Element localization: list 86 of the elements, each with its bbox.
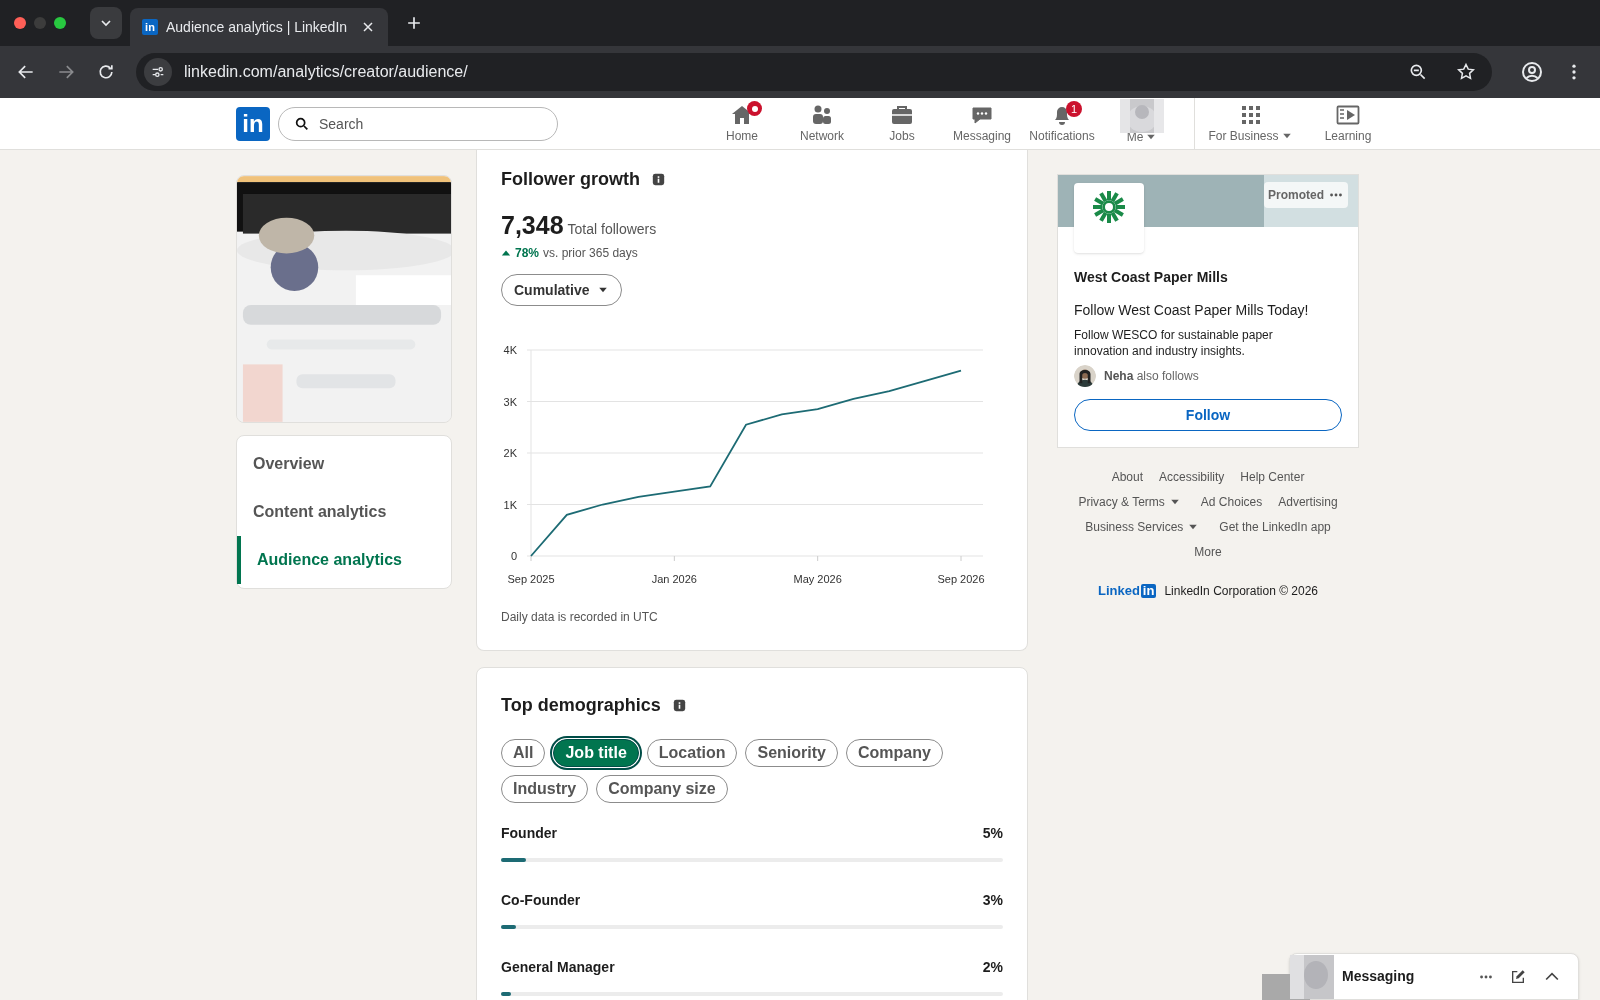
axis-label: May 2026 xyxy=(793,573,842,585)
linkedin-favicon: in xyxy=(142,19,158,35)
row-label: Co-Founder xyxy=(501,891,581,910)
info-icon[interactable] xyxy=(672,699,686,712)
window-control[interactable] xyxy=(14,17,26,29)
footer-link[interactable]: Help Center xyxy=(1240,468,1305,486)
footer-link[interactable]: Privacy & Terms xyxy=(1078,493,1181,511)
filter-pill[interactable]: Location xyxy=(646,739,738,767)
change-label: vs. prior 365 days xyxy=(543,245,638,262)
copyright-text: LinkedIn Corporation © 2026 xyxy=(1164,582,1319,600)
star-icon[interactable] xyxy=(1456,62,1476,82)
nav-label: Learning xyxy=(1324,127,1372,145)
footer-link[interactable]: About xyxy=(1111,468,1143,486)
axis-label: Jan 2026 xyxy=(651,573,697,585)
address-bar[interactable]: linkedin.com/analytics/creator/audience/ xyxy=(136,53,1492,91)
row-value: 5% xyxy=(982,824,1003,843)
profile-icon[interactable] xyxy=(1520,60,1544,84)
change-percent: 78% xyxy=(515,245,540,262)
nav-item[interactable]: Notifications 1 xyxy=(1022,98,1102,149)
linkedin-logo[interactable]: in xyxy=(236,106,270,141)
filter-pill[interactable]: Industry xyxy=(501,775,589,803)
footer-link[interactable]: Get the LinkedIn app xyxy=(1219,518,1331,536)
row-label: General Manager xyxy=(501,958,615,977)
row-value: 3% xyxy=(982,891,1003,910)
zoom-icon[interactable] xyxy=(1408,62,1428,82)
url-text: linkedin.com/analytics/creator/audience/ xyxy=(184,62,469,82)
nav-item[interactable]: Learning xyxy=(1306,98,1390,149)
axis-label: 0 xyxy=(510,550,517,562)
nav-item[interactable]: Network xyxy=(782,98,862,149)
sidebar-item[interactable]: Overview xyxy=(237,440,451,488)
browser-tab[interactable]: in Audience analytics | LinkedIn xyxy=(130,8,388,46)
filter-pill[interactable]: Seniority xyxy=(745,739,838,767)
footer-link[interactable]: Advertising xyxy=(1278,493,1338,511)
footer-link[interactable]: Business Services xyxy=(1085,518,1200,536)
filter-pill[interactable]: All xyxy=(501,739,546,767)
nav-label: Notifications xyxy=(1029,127,1095,145)
axis-label: 2K xyxy=(503,447,517,459)
search-icon xyxy=(294,115,310,132)
compose-icon[interactable] xyxy=(1510,968,1526,985)
section-title: Follower growth xyxy=(501,168,640,191)
nav-label: For Business xyxy=(1208,127,1279,145)
footer-link[interactable]: More xyxy=(1194,543,1222,561)
notification-badge: 1 xyxy=(1066,101,1082,117)
filter-pill[interactable]: Company xyxy=(845,739,943,767)
filter-pill[interactable]: Job title xyxy=(553,739,639,767)
section-title: Top demographics xyxy=(501,694,661,717)
count-label: Total followers xyxy=(567,220,657,239)
sidebar-item[interactable]: Content analytics xyxy=(237,488,451,536)
up-arrow-icon xyxy=(501,248,511,258)
row-label: Founder xyxy=(501,824,557,843)
nav-label: Messaging xyxy=(953,127,1011,145)
sidebar-item[interactable]: Audience analytics xyxy=(237,536,451,584)
tune-glyph-icon xyxy=(150,64,166,80)
axis-label: 4K xyxy=(503,344,517,356)
nav-item[interactable]: Messaging xyxy=(942,98,1022,149)
linkedin-wordmark: Linked in xyxy=(1097,581,1157,600)
avatar-icon xyxy=(1074,365,1096,387)
nav-item[interactable]: Jobs xyxy=(862,98,942,149)
social-proof: Neha also follows xyxy=(1104,368,1199,385)
company-name: West Coast Paper Mills xyxy=(1074,268,1229,287)
filter-pill[interactable]: Company size xyxy=(596,775,728,803)
search-field[interactable]: Search xyxy=(278,106,558,141)
follower-count: 7,348 xyxy=(501,213,564,238)
nav-label: Home xyxy=(726,127,758,145)
ad-headline: Follow West Coast Paper Mills Today! xyxy=(1074,301,1310,320)
nav-item[interactable]: Home xyxy=(702,98,782,149)
nav-label: Network xyxy=(800,127,844,145)
ad-body: Follow WESCO for sustainable paper innovation and industry insights. xyxy=(1074,327,1274,359)
promoted-menu-button[interactable]: Promoted xyxy=(1264,182,1348,208)
site-settings-icon[interactable] xyxy=(144,58,172,86)
row-value: 2% xyxy=(982,958,1003,977)
info-icon[interactable] xyxy=(652,173,665,186)
axis-label: Sep 2025 xyxy=(507,573,555,585)
chart-note: Daily data is recorded in UTC xyxy=(501,609,659,626)
tab-title: Audience analytics | LinkedIn xyxy=(166,17,349,37)
tab-list-button[interactable] xyxy=(90,7,122,39)
sunburst-logo-icon xyxy=(1093,191,1125,223)
axis-label: Sep 2026 xyxy=(937,573,985,585)
nav-label: Jobs xyxy=(889,127,915,145)
window-control[interactable] xyxy=(54,17,66,29)
messaging-title: Messaging xyxy=(1342,967,1416,986)
axis-label: 3K xyxy=(503,395,517,408)
axis-label: 1K xyxy=(503,498,517,511)
footer-link[interactable]: Accessibility xyxy=(1159,468,1225,486)
footer-link[interactable]: Ad Choices xyxy=(1200,493,1263,511)
reload-icon[interactable] xyxy=(96,62,116,82)
